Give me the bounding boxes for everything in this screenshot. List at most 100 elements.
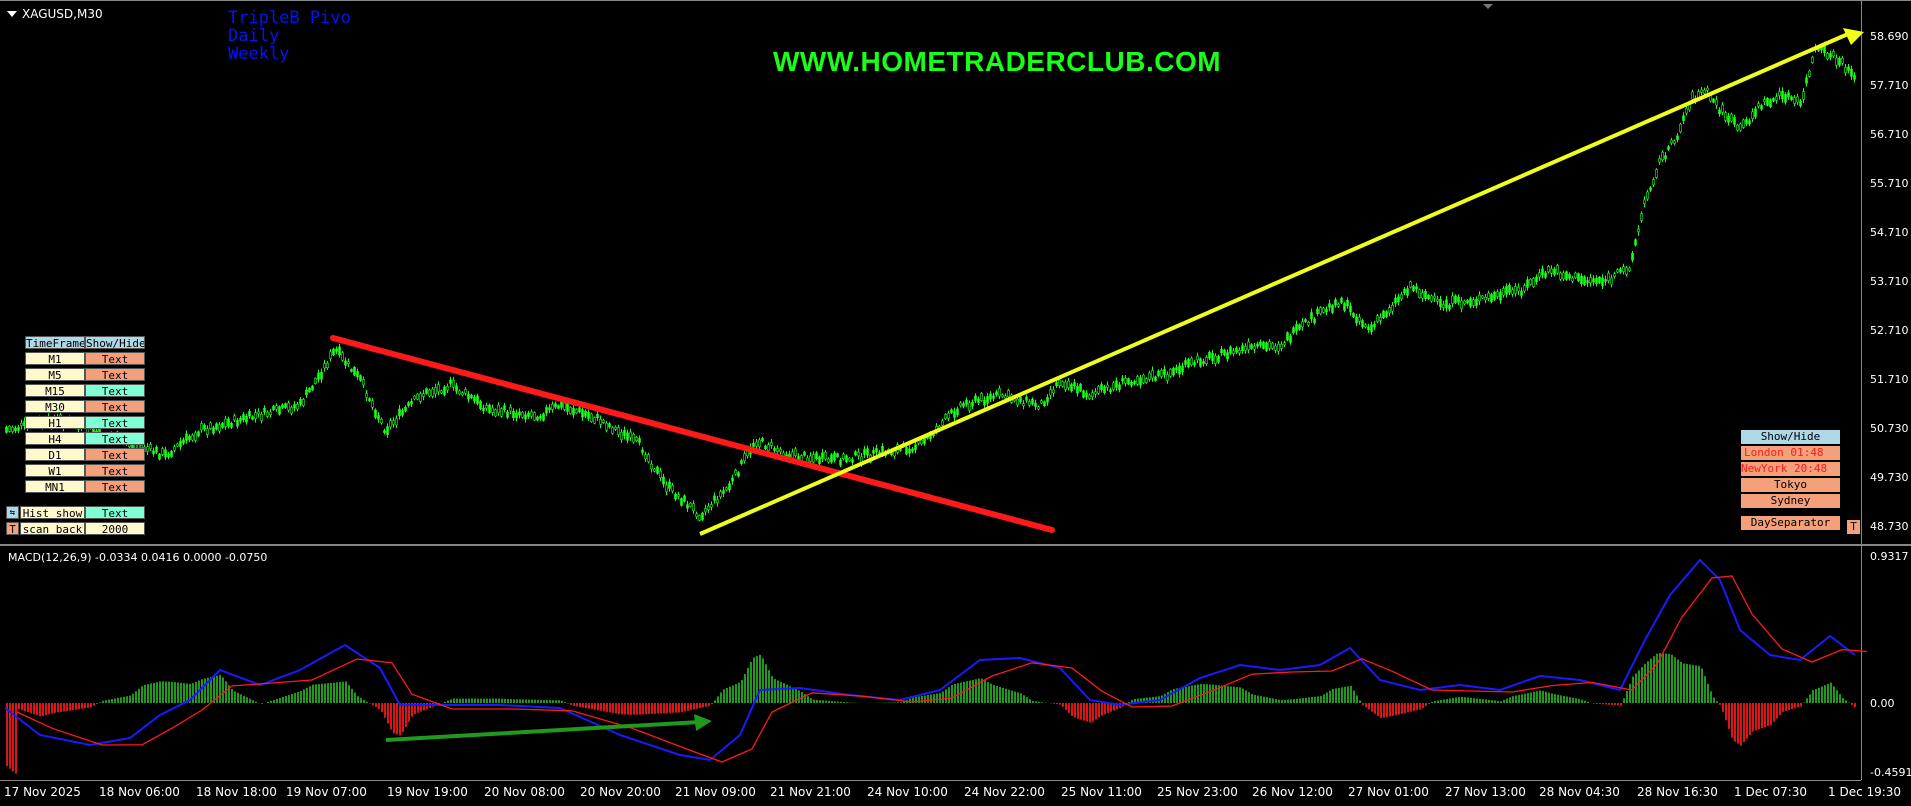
- tf-row-toggle[interactable]: Text: [85, 448, 145, 461]
- hist-show-toggle[interactable]: Text: [85, 506, 145, 519]
- candle-body: [176, 443, 179, 447]
- macd-hist-bar: [555, 700, 557, 703]
- macd-hist-bar: [633, 703, 635, 715]
- session-header[interactable]: Show/Hide: [1741, 430, 1840, 444]
- macd-hist-bar: [357, 696, 359, 703]
- tf-row-label[interactable]: H1: [25, 416, 85, 429]
- macd-hist-bar: [834, 701, 836, 703]
- tf-row-label[interactable]: M15: [25, 384, 85, 397]
- scan-back-input[interactable]: 2000: [85, 522, 145, 535]
- macd-hist-bar: [1200, 683, 1202, 703]
- macd-hist-bar: [219, 675, 221, 703]
- macd-hist-bar: [1296, 698, 1298, 703]
- macd-hist-bar: [1011, 690, 1013, 703]
- macd-hist-bar: [117, 697, 119, 703]
- macd-hist-bar: [822, 700, 824, 703]
- tf-row-toggle[interactable]: Text: [85, 352, 145, 365]
- candle-body: [632, 433, 635, 443]
- macd-hist-bar: [1434, 701, 1436, 703]
- candle-body: [1619, 268, 1622, 273]
- candle-body: [1463, 300, 1466, 305]
- session-newyork[interactable]: NewYork 20:48: [1741, 462, 1840, 476]
- candle-body: [1829, 53, 1832, 58]
- macd-hist-bar: [1041, 702, 1043, 703]
- candle-body: [1124, 377, 1127, 384]
- price-tick: 52.710: [1870, 324, 1909, 337]
- tf-row-toggle[interactable]: Text: [85, 368, 145, 381]
- tf-row-toggle[interactable]: Text: [85, 464, 145, 477]
- macd-hist-bar: [33, 703, 35, 715]
- macd-hist-bar: [1482, 699, 1484, 703]
- macd-hist-bar: [1266, 697, 1268, 703]
- chart-canvas[interactable]: [0, 0, 1911, 806]
- tf-row-toggle[interactable]: Text: [85, 432, 145, 445]
- time-tick: 1 Dec 19:30: [1828, 785, 1902, 799]
- day-separator-button[interactable]: DaySeparator: [1741, 516, 1840, 530]
- macd-hist-bar: [1098, 703, 1100, 718]
- candle-body: [1103, 386, 1106, 394]
- macd-hist-bar: [78, 703, 80, 710]
- tf-row-label[interactable]: M5: [25, 368, 85, 381]
- tf-row-label[interactable]: H4: [25, 432, 85, 445]
- candle-body: [551, 403, 554, 410]
- session-t-button[interactable]: T: [1847, 520, 1860, 534]
- macd-hist-bar: [699, 703, 701, 709]
- candle-body: [1133, 381, 1136, 384]
- macd-hist-bar: [1305, 697, 1307, 703]
- macd-hist-bar: [1761, 703, 1763, 729]
- macd-hist-bar: [1500, 701, 1502, 703]
- macd-hist-bar: [468, 698, 470, 703]
- toggle-panel-icon[interactable]: ⇆: [6, 506, 19, 519]
- chart-window[interactable]: XAGUSD,M30 TripleB Pivo Daily Weekly WWW…: [0, 0, 1911, 806]
- candle-body: [1430, 295, 1433, 302]
- macd-tick: -0.4591: [1870, 766, 1911, 779]
- macd-hist-bar: [567, 703, 569, 704]
- tf-row-label[interactable]: W1: [25, 464, 85, 477]
- candle-body: [563, 402, 566, 410]
- macd-hist-bar: [24, 703, 26, 712]
- macd-hist-bar: [1395, 703, 1397, 716]
- tf-row-toggle[interactable]: Text: [85, 400, 145, 413]
- macd-hist-bar: [1620, 703, 1622, 706]
- candle-body: [1127, 378, 1130, 385]
- candle-body: [197, 431, 200, 437]
- macd-hist-bar: [1833, 686, 1835, 703]
- tf-row-label[interactable]: MN1: [25, 480, 85, 493]
- tf-row-toggle[interactable]: Text: [85, 384, 145, 397]
- macd-hist-bar: [1236, 687, 1238, 703]
- candle-body: [1265, 342, 1268, 351]
- candle-body: [293, 404, 296, 409]
- candle-body: [1175, 367, 1178, 371]
- candle-body: [509, 406, 512, 412]
- t-button[interactable]: T: [6, 522, 19, 535]
- candle-body: [941, 420, 944, 426]
- candle-body: [1748, 120, 1751, 125]
- candle-body: [1328, 303, 1331, 308]
- macd-hist-bar: [642, 703, 644, 715]
- macd-hist-bar: [231, 689, 233, 703]
- session-tokyo[interactable]: Tokyo: [1741, 478, 1840, 492]
- macd-hist-bar: [1680, 661, 1682, 703]
- candle-body: [1088, 394, 1091, 399]
- session-sydney[interactable]: Sydney: [1741, 494, 1840, 508]
- macd-hist-bar: [1224, 685, 1226, 703]
- candle-body: [1253, 346, 1256, 350]
- candle-body: [959, 402, 962, 407]
- macd-hist-bar: [486, 698, 488, 703]
- candle-body: [1070, 384, 1073, 392]
- macd-hist-bar: [1704, 676, 1706, 703]
- tf-row-label[interactable]: D1: [25, 448, 85, 461]
- macd-hist-bar: [1638, 670, 1640, 703]
- candle-body: [734, 469, 737, 475]
- candle-body: [1664, 155, 1667, 159]
- macd-hist-bar: [123, 696, 125, 703]
- session-london[interactable]: London 01:48: [1741, 446, 1840, 460]
- macd-hist-bar: [534, 699, 536, 703]
- candle-body: [1670, 139, 1673, 144]
- tf-row-toggle[interactable]: Text: [85, 416, 145, 429]
- macd-hist-bar: [1497, 700, 1499, 703]
- macd-hist-bar: [129, 695, 131, 703]
- tf-row-label[interactable]: M30: [25, 400, 85, 413]
- tf-row-label[interactable]: M1: [25, 352, 85, 365]
- tf-row-toggle[interactable]: Text: [85, 480, 145, 493]
